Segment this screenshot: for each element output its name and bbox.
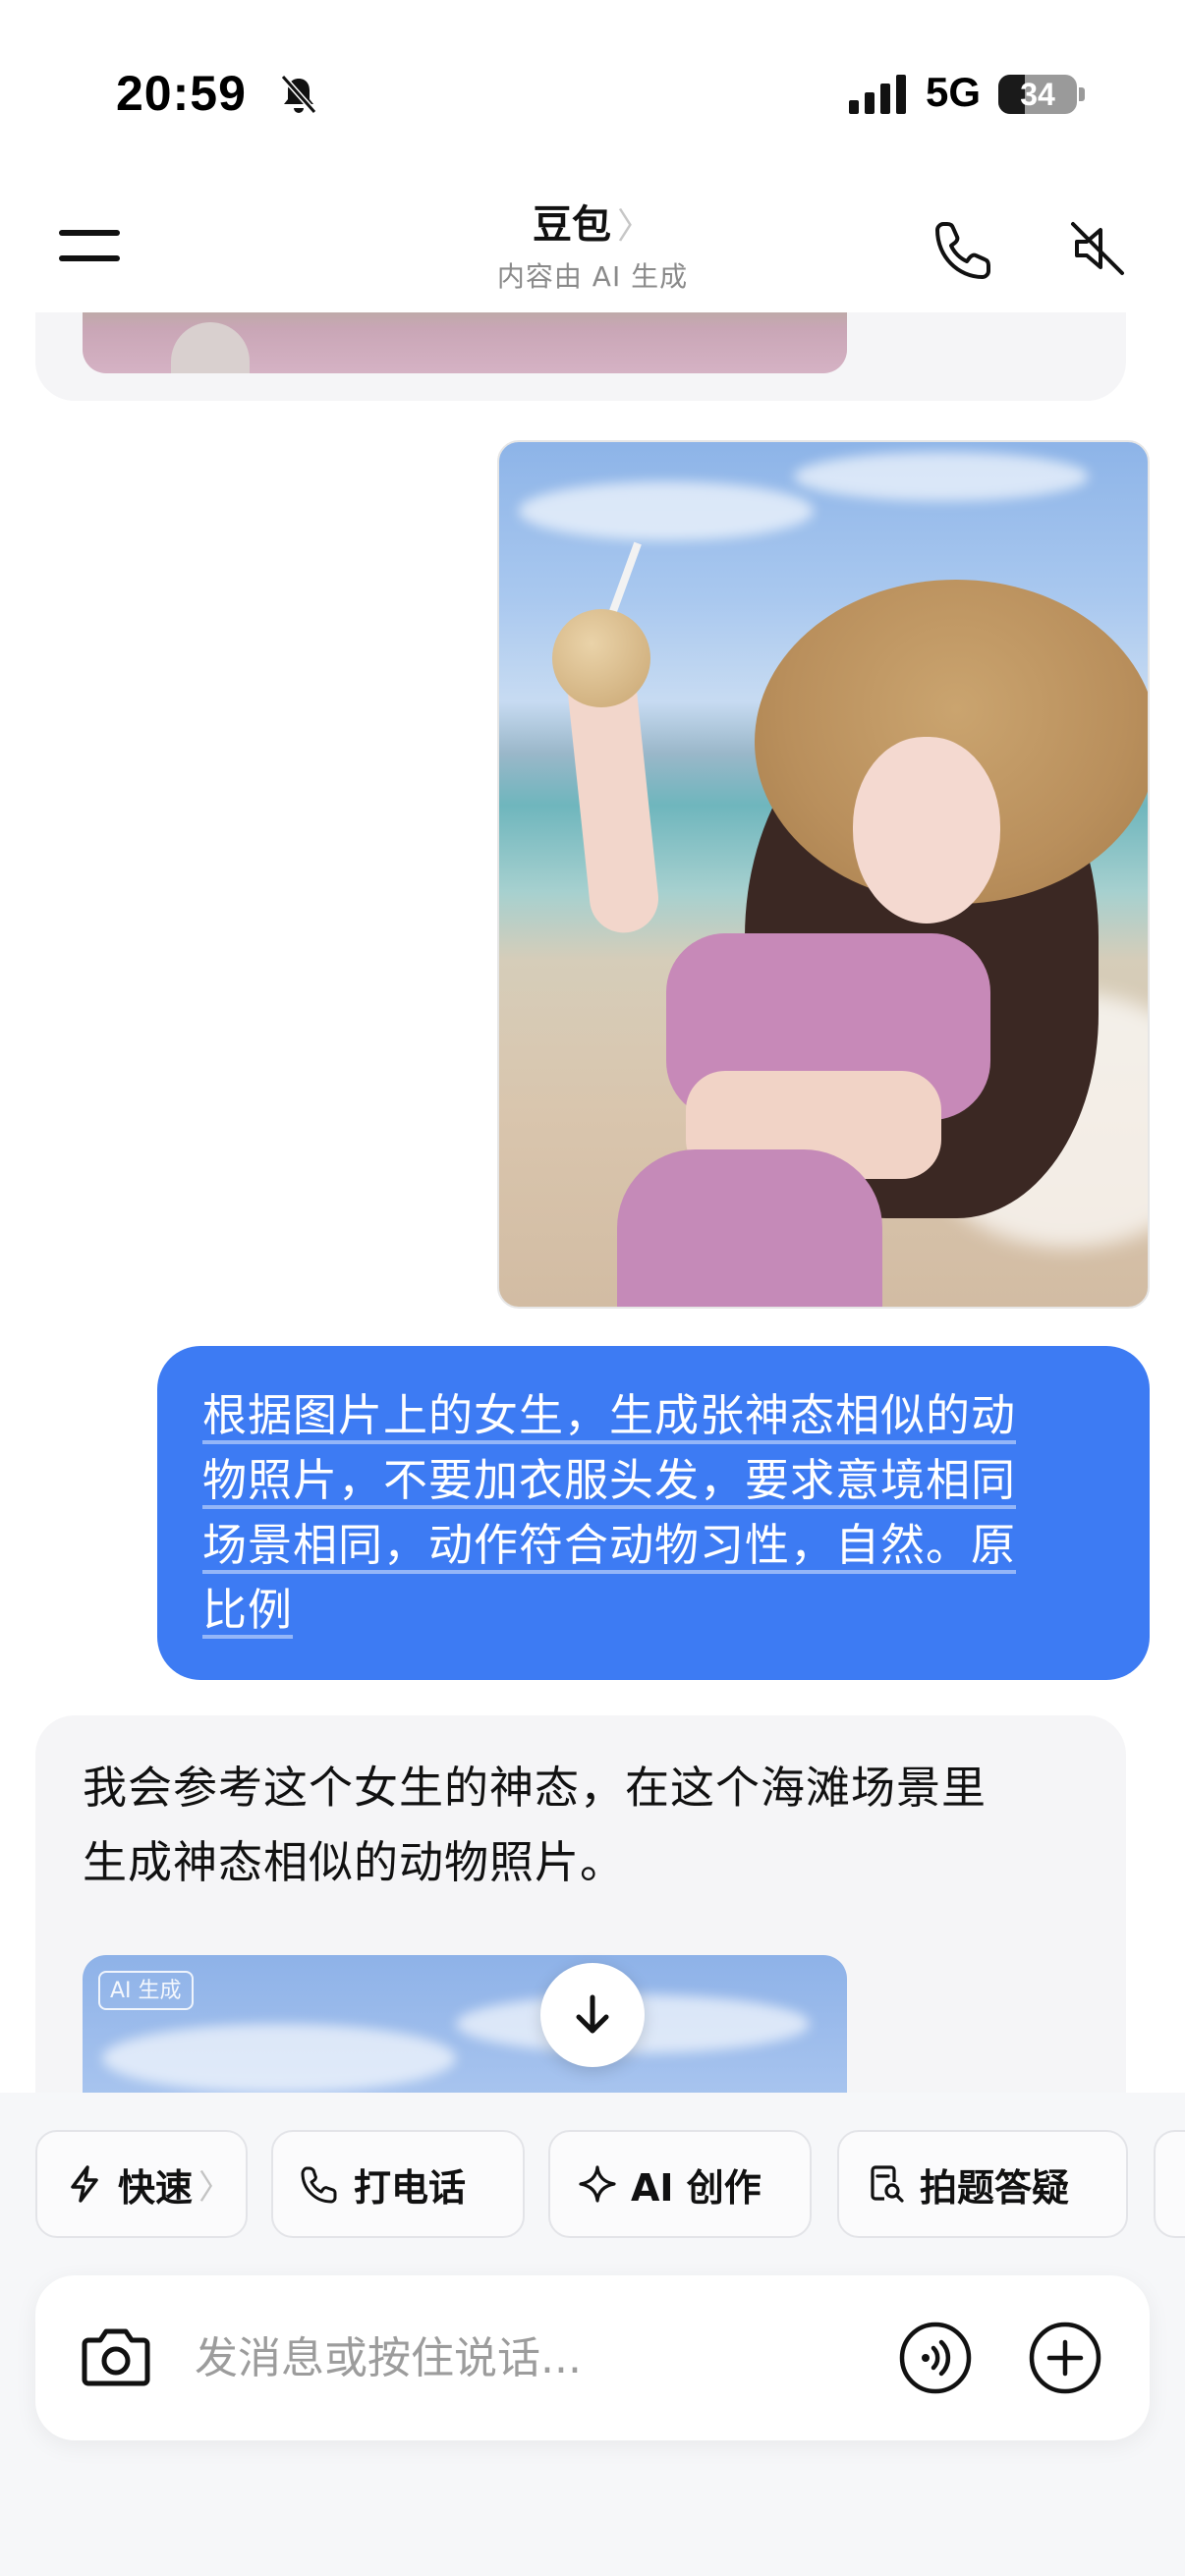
- ai-generated-badge: AI 生成: [98, 1971, 194, 2010]
- quick-action-ai-create[interactable]: AI 创作: [548, 2130, 812, 2238]
- user-message-line: 场景相同，动作符合动物习性，自然。原: [202, 1519, 1017, 1571]
- conversation[interactable]: 根据图片上的女生，生成张神态相似的动 物照片，不要加衣服头发，要求意境相同 场景…: [0, 312, 1185, 2093]
- quick-action-label: 打电话: [354, 2165, 467, 2210]
- arrow-down-icon: [576, 1994, 609, 2034]
- user-message-line: 比例: [202, 1584, 294, 1636]
- user-message-line: 物照片，不要加衣服头发，要求意境相同: [202, 1454, 1017, 1506]
- plus-icon[interactable]: [1028, 2321, 1102, 2395]
- user-message-text: 根据图片上的女生，生成张神态相似的动 物照片，不要加衣服头发，要求意境相同 场景…: [202, 1383, 1106, 1643]
- chat-subtitle: 内容由 AI 生成: [496, 260, 689, 293]
- ai-generated-image[interactable]: AI 生成: [83, 1955, 847, 2093]
- scroll-to-bottom-button[interactable]: [540, 1963, 645, 2067]
- quick-action-fast[interactable]: 快速 〉: [35, 2130, 248, 2238]
- lightning-icon: [71, 2165, 98, 2203]
- sparkle-icon: [579, 2165, 616, 2203]
- phone-call-icon[interactable]: [933, 218, 996, 281]
- signal-icon: [849, 75, 906, 114]
- ai-message-line: 我会参考这个女生的神态，在这个海滩场景里: [83, 1762, 988, 1814]
- message-composer: [35, 2275, 1150, 2440]
- menu-icon[interactable]: [59, 224, 120, 267]
- message-input[interactable]: [195, 2319, 745, 2397]
- quick-action-more[interactable]: [1154, 2130, 1185, 2238]
- quick-action-label: AI 创作: [631, 2165, 762, 2210]
- chevron-right-icon: 〉: [616, 206, 652, 247]
- voice-call-icon[interactable]: [898, 2321, 973, 2395]
- chat-header[interactable]: 豆包〉 内容由 AI 生成: [373, 193, 812, 295]
- ai-message-text: 我会参考这个女生的神态，在这个海滩场景里 生成神态相似的动物照片。: [83, 1751, 1095, 1900]
- user-message-bubble[interactable]: 根据图片上的女生，生成张神态相似的动 物照片，不要加衣服头发，要求意境相同 场景…: [157, 1346, 1150, 1680]
- network-type: 5G: [926, 69, 982, 115]
- battery-level: 34: [1020, 77, 1055, 112]
- battery-indicator: 34: [998, 75, 1077, 114]
- previous-ai-message: [35, 312, 1126, 401]
- user-message-line: 根据图片上的女生，生成张神态相似的动: [202, 1389, 1017, 1441]
- speaker-mute-icon[interactable]: [1067, 218, 1128, 279]
- status-time: 20:59: [116, 66, 247, 121]
- quick-action-photo-question[interactable]: 拍题答疑: [837, 2130, 1128, 2238]
- previous-generated-image[interactable]: [83, 312, 847, 373]
- bell-off-icon: [280, 75, 317, 114]
- uploaded-photo[interactable]: [497, 440, 1150, 1309]
- ai-message-line: 生成神态相似的动物照片。: [83, 1836, 626, 1888]
- battery-tip: [1079, 87, 1085, 101]
- phone-icon: [301, 2166, 337, 2204]
- quick-action-call[interactable]: 打电话: [271, 2130, 525, 2238]
- chat-title[interactable]: 豆包: [533, 202, 611, 248]
- document-search-icon: [871, 2165, 904, 2203]
- camera-icon[interactable]: [81, 2324, 151, 2389]
- quick-action-label: 拍题答疑: [920, 2165, 1070, 2210]
- quick-action-label: 快速: [118, 2165, 194, 2210]
- chevron-right-icon: 〉: [198, 2167, 233, 2208]
